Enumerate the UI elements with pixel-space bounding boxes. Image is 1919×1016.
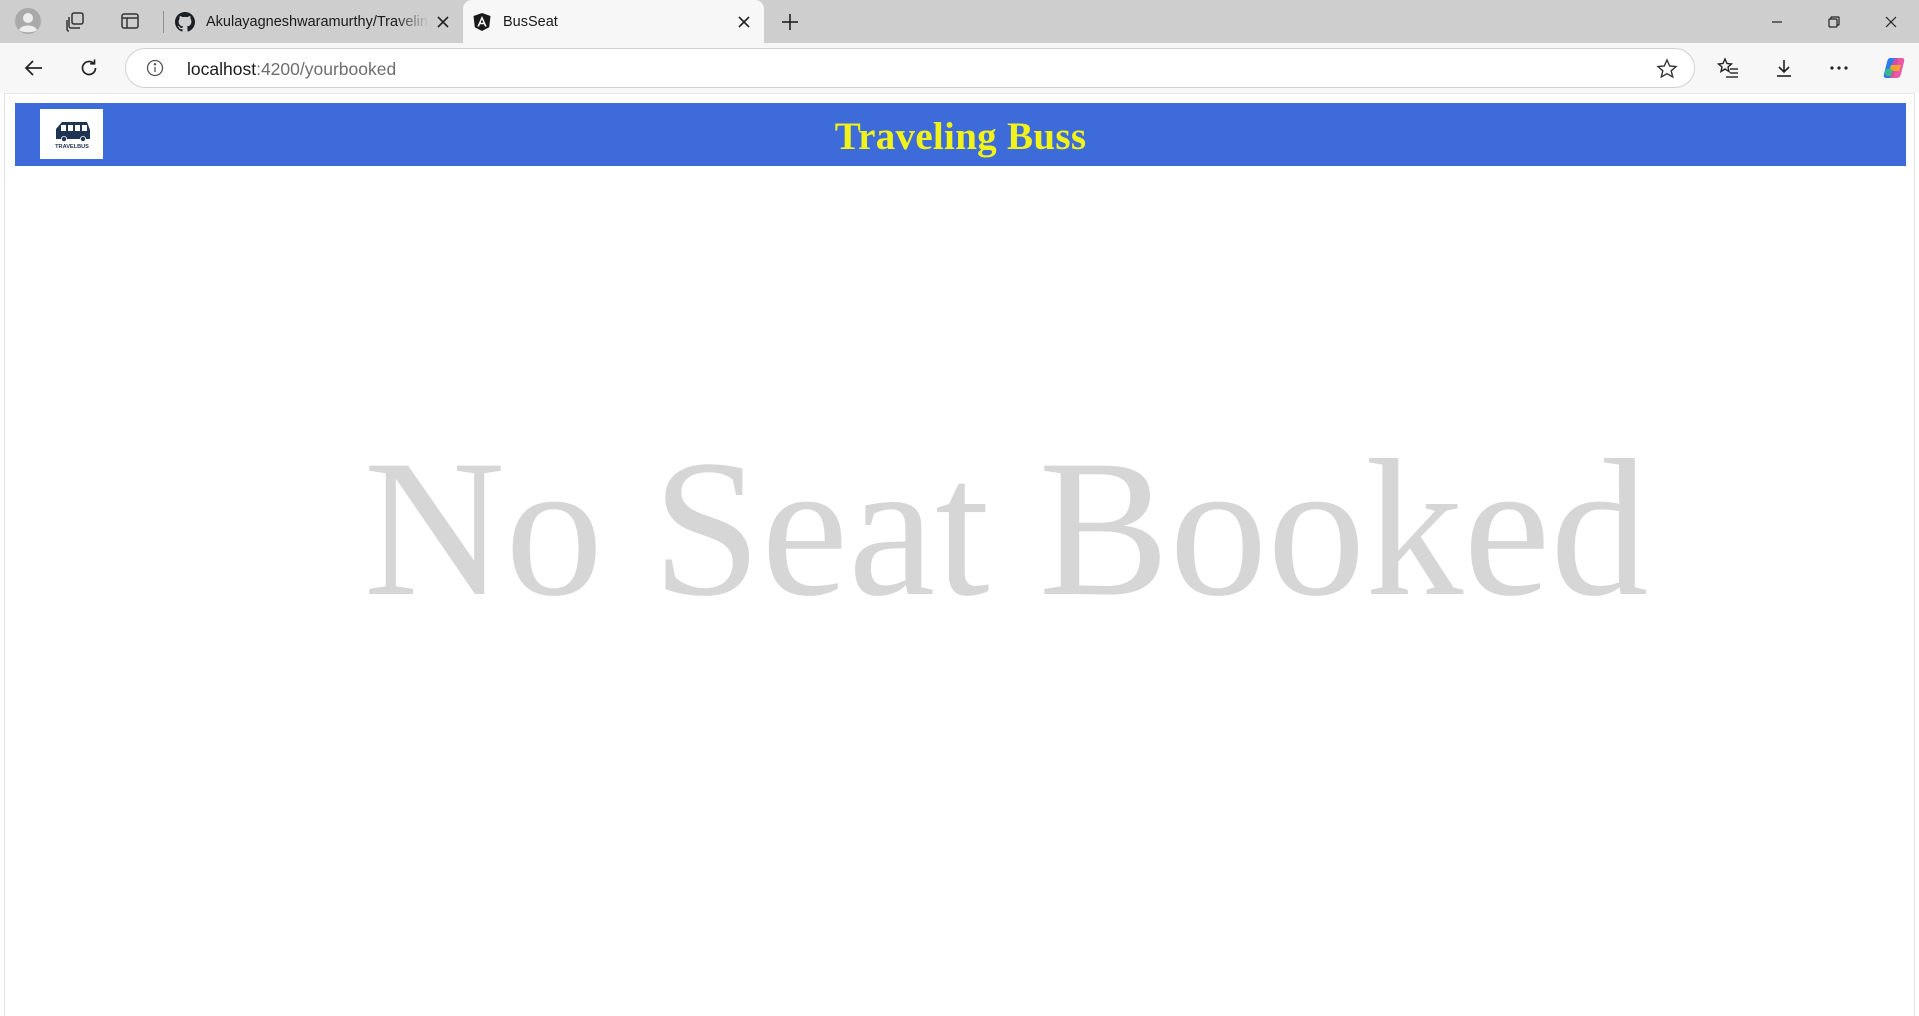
- downloads-icon[interactable]: [1766, 50, 1802, 86]
- tab-title: BusSeat: [503, 13, 558, 30]
- minimize-icon[interactable]: [1749, 0, 1805, 43]
- close-window-icon[interactable]: [1863, 0, 1919, 43]
- url-path: :4200/yourbooked: [256, 59, 397, 79]
- favorites-icon[interactable]: [1710, 50, 1746, 86]
- close-tab-icon[interactable]: [730, 8, 758, 36]
- browser-toolbar: localhost:4200/yourbooked: [0, 43, 1919, 93]
- app-header: TRAVELBUS Traveling Buss: [15, 103, 1906, 166]
- empty-state-message: No Seat Booked: [363, 420, 1649, 637]
- address-bar[interactable]: localhost:4200/yourbooked: [125, 48, 1695, 88]
- github-icon: [174, 11, 196, 33]
- profile-avatar-icon[interactable]: [10, 4, 46, 38]
- vertical-tabs-icon[interactable]: [112, 4, 148, 38]
- tab-busseat[interactable]: BusSeat: [463, 0, 764, 43]
- tab-title: Akulayagneshwaramurthy/Traveling: [206, 13, 429, 30]
- tab-strip: Akulayagneshwaramurthy/Traveling BusSeat: [0, 0, 1919, 43]
- favorite-star-icon[interactable]: [1654, 56, 1680, 82]
- new-tab-button[interactable]: [772, 4, 808, 40]
- tab-github[interactable]: Akulayagneshwaramurthy/Traveling: [166, 0, 463, 43]
- angular-icon: [471, 11, 493, 33]
- site-info-icon[interactable]: [144, 57, 166, 79]
- more-options-icon[interactable]: [1821, 50, 1857, 86]
- refresh-icon[interactable]: [71, 50, 107, 86]
- close-tab-icon[interactable]: [429, 8, 457, 36]
- back-icon[interactable]: [16, 50, 52, 86]
- workspaces-icon[interactable]: [58, 4, 94, 38]
- tab-divider: [163, 11, 164, 33]
- url-text: localhost:4200/yourbooked: [187, 59, 396, 80]
- copilot-icon[interactable]: [1876, 50, 1912, 86]
- page-viewport: TRAVELBUS Traveling Buss No Seat Booked: [4, 93, 1915, 1016]
- restore-icon[interactable]: [1806, 0, 1862, 43]
- url-host: localhost: [187, 59, 257, 79]
- brand-title: Traveling Buss: [834, 115, 1087, 158]
